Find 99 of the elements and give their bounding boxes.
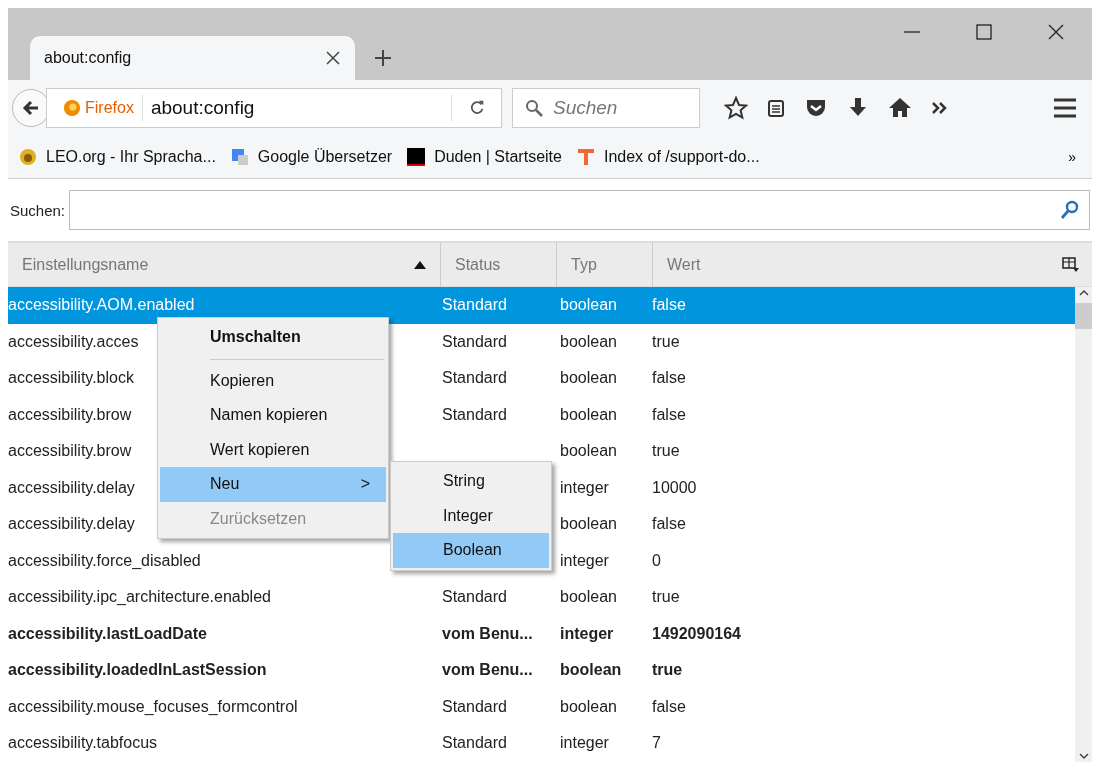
status-cell: vom Benu... [442,661,533,680]
type-cell: boolean [560,405,617,424]
value-cell: true [652,588,680,607]
column-picker-icon [1062,256,1080,273]
t-shape-icon [575,147,596,167]
translate-icon [229,147,250,167]
type-cell: boolean [560,661,622,680]
bookmark-item[interactable]: Index of /support-do... [575,147,760,167]
chevron-down-icon [1077,750,1090,762]
status-cell: Standard [442,405,507,424]
bookmark-item[interactable]: Google Übersetzer [229,147,393,167]
preference-name: accessibility.tabfocus [8,734,158,753]
back-arrow-icon [21,98,41,118]
status-cell: Standard [442,588,507,607]
home-icon [888,96,912,120]
value-cell: false [652,697,686,716]
column-header[interactable]: Wert [652,243,1060,286]
search-field[interactable]: Suchen [512,88,700,128]
value-cell: true [652,332,680,351]
value-cell: true [652,661,683,680]
status-cell: Standard [442,369,507,388]
bookmark-item[interactable]: LEO.org - Ihr Spracha... [18,147,216,167]
menu-item[interactable]: Namen kopieren [160,398,386,433]
menu-item[interactable]: Neu > [160,467,386,502]
preference-name: accessibility.ipc_architecture.enabled [8,588,271,607]
value-cell: 10000 [652,478,697,497]
menu-item[interactable]: Wert kopieren [160,432,386,467]
scrollbar[interactable] [1075,287,1092,762]
preference-name: accessibility.delay [8,515,135,534]
column-header[interactable]: Status [440,243,556,286]
address-bar[interactable]: Firefox about:config [46,88,502,128]
new-tab-button[interactable] [373,48,393,68]
value-cell: false [652,515,686,534]
menu-item[interactable]: Kopieren [160,363,386,398]
menu-item[interactable]: Boolean [393,533,549,568]
close-icon [325,50,341,66]
value-cell: false [652,369,686,388]
preference-name: accessibility.brow [8,405,132,424]
preference-name: accessibility.loadedInLastSession [8,661,267,680]
preference-name: accessibility.delay [8,478,135,497]
plus-icon [373,48,393,68]
filter-field[interactable] [69,190,1090,230]
preference-name: accessibility.mouse_focuses_formcontrol [8,697,298,716]
value-cell: true [652,442,680,461]
type-cell: boolean [560,588,617,607]
preference-name: accessibility.force_disabled [8,551,201,570]
type-cell: integer [560,624,614,643]
search-icon [1060,200,1080,220]
preference-name: accessibility.block [8,369,134,388]
menu-item[interactable]: Integer [393,498,549,533]
close-icon [1048,24,1064,40]
bookmark-star-button[interactable] [724,96,748,120]
status-cell: Standard [442,697,507,716]
bookmarks-overflow-button[interactable]: » [1062,149,1082,165]
status-cell: Standard [442,296,507,315]
firefox-logo-icon [63,99,81,117]
type-cell: boolean [560,332,617,351]
status-cell: vom Benu... [442,624,533,643]
menu-item[interactable]: String [393,464,549,499]
bookmark-item[interactable]: Duden | Startseite [406,147,562,167]
value-cell: false [652,405,686,424]
type-cell: boolean [560,369,617,388]
value-cell: false [652,296,686,315]
type-cell: boolean [560,515,617,534]
preference-name: accessibility.lastLoadDate [8,624,207,643]
search-icon [524,98,544,118]
filter-label: Suchen: [10,201,66,219]
type-cell: boolean [560,296,617,315]
value-cell: 7 [652,734,661,753]
type-cell: integer [560,478,609,497]
column-header[interactable]: Einstellungsname [8,243,440,286]
tab-title: about:config [44,49,132,67]
column-header[interactable]: Typ [556,243,652,286]
sort-up-icon [414,260,426,269]
value-cell: 1492090164 [652,624,741,643]
preference-name: accessibility.acces [8,332,139,351]
type-cell: integer [560,734,609,753]
preference-name: accessibility.AOM.enabled [8,296,195,315]
menu-button[interactable] [1052,96,1078,120]
status-cell: Standard [442,734,507,753]
scrollbar-thumb[interactable] [1075,303,1092,329]
status-cell: Standard [442,332,507,351]
list-icon [766,98,786,118]
tab-close-button[interactable] [325,50,341,66]
type-cell: boolean [560,697,617,716]
type-cell: boolean [560,442,617,461]
home-button[interactable] [888,96,912,120]
value-cell: 0 [652,551,661,570]
menu-icon [1052,96,1078,120]
preference-name: accessibility.brow [8,442,132,461]
browser-tab[interactable]: about:config [30,36,355,80]
type-cell: integer [560,551,609,570]
identity-label: Firefox [47,95,143,121]
maximize-icon [976,24,992,40]
url-text: about:config [150,97,255,119]
column-picker-button[interactable] [1062,256,1080,273]
star-icon [724,96,748,120]
bookmarks-list-button[interactable] [766,98,786,118]
minimize-icon [904,31,920,33]
